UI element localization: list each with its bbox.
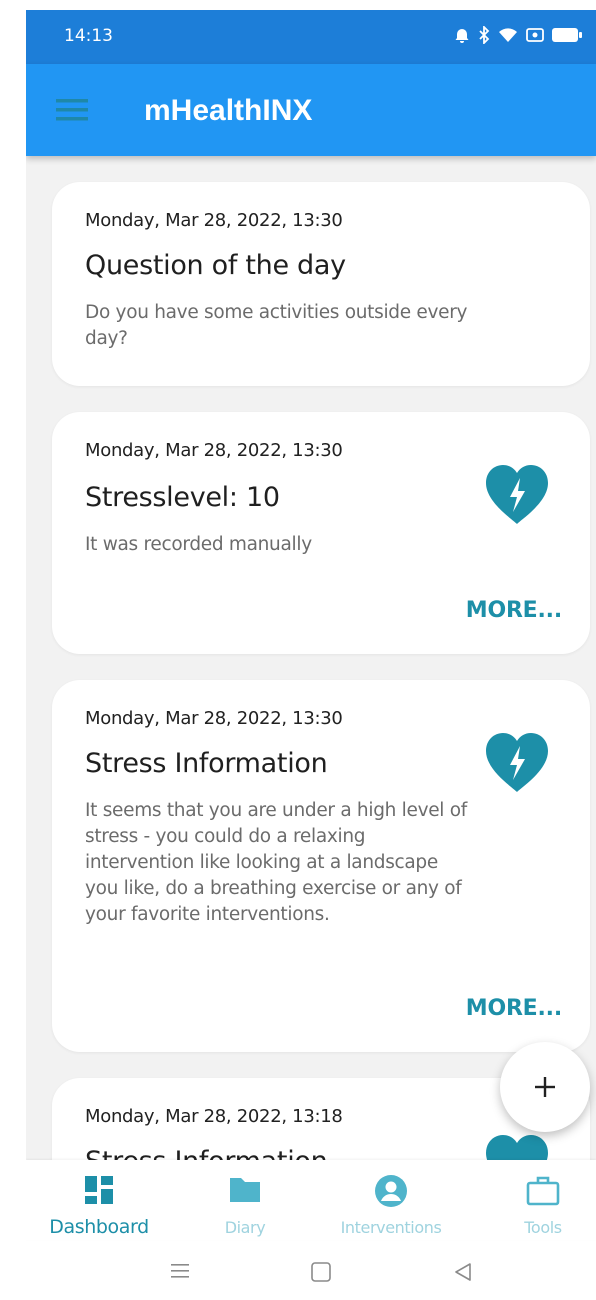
account-circle-icon xyxy=(375,1175,407,1207)
briefcase-icon xyxy=(526,1176,560,1206)
home-icon[interactable] xyxy=(310,1262,332,1282)
card-text: It was recorded manually xyxy=(85,534,312,555)
nav-label: Diary xyxy=(224,1218,266,1237)
card-title: Stress Information xyxy=(85,748,328,779)
card-date: Monday, Mar 28, 2022, 13:30 xyxy=(85,210,343,231)
card-text: It seems that you are under a high level… xyxy=(85,800,467,925)
more-link[interactable]: MORE... xyxy=(466,598,562,623)
heart-bolt-icon xyxy=(486,465,548,524)
recent-apps-icon[interactable] xyxy=(169,1262,191,1280)
question-card[interactable]: Monday, Mar 28, 2022, 13:30 Question of … xyxy=(52,182,590,386)
nav-tools[interactable]: Tools xyxy=(472,1160,596,1240)
folder-icon xyxy=(230,1178,260,1202)
card-text: Do you have some activities outside ever… xyxy=(85,302,468,349)
alarm-icon xyxy=(455,29,469,43)
heart-bolt-icon xyxy=(486,733,548,792)
card-date: Monday, Mar 28, 2022, 13:30 xyxy=(85,708,343,729)
status-icons xyxy=(454,26,582,44)
bottom-navigation: Dashboard Diary Interventions Tools xyxy=(26,1160,596,1240)
nav-interventions[interactable]: Interventions xyxy=(320,1160,462,1240)
stresslevel-card[interactable]: Monday, Mar 28, 2022, 13:30 Stresslevel:… xyxy=(52,412,590,654)
nav-dashboard[interactable]: Dashboard xyxy=(28,1160,170,1240)
heart-bolt-icon xyxy=(486,1135,548,1160)
more-link[interactable]: MORE... xyxy=(466,996,562,1021)
nav-label: Interventions xyxy=(340,1218,442,1237)
stress-information-card[interactable]: Monday, Mar 28, 2022, 13:30 Stress Infor… xyxy=(52,680,590,1052)
nav-diary[interactable]: Diary xyxy=(174,1160,316,1240)
menu-icon[interactable] xyxy=(56,98,88,122)
status-time: 14:13 xyxy=(64,26,113,46)
card-title: Stresslevel: 10 xyxy=(85,482,280,513)
card-title: Stress Information xyxy=(85,1146,328,1160)
card-date: Monday, Mar 28, 2022, 13:18 xyxy=(85,1106,343,1127)
phone-screen: 14:13 mHealthINX Monday, Mar 28, 2022, 1… xyxy=(26,10,596,1300)
back-icon[interactable] xyxy=(452,1262,474,1282)
bluetooth-icon xyxy=(479,26,490,44)
status-bar: 14:13 xyxy=(26,10,596,64)
card-title: Question of the day xyxy=(85,250,346,281)
system-navigation-bar xyxy=(26,1240,596,1300)
nav-label: Dashboard xyxy=(49,1216,149,1238)
app-bar: mHealthINX xyxy=(26,64,596,156)
nav-label: Tools xyxy=(524,1218,562,1237)
dashboard-feed[interactable]: Monday, Mar 28, 2022, 13:30 Question of … xyxy=(26,156,596,1160)
card-date: Monday, Mar 28, 2022, 13:30 xyxy=(85,440,343,461)
screen-record-icon xyxy=(526,28,544,42)
app-title: mHealthINX xyxy=(144,94,313,127)
wifi-icon xyxy=(499,28,517,42)
plus-icon xyxy=(535,1077,555,1097)
dashboard-icon xyxy=(85,1176,113,1204)
add-entry-button[interactable] xyxy=(500,1042,590,1132)
battery-icon xyxy=(552,28,582,42)
